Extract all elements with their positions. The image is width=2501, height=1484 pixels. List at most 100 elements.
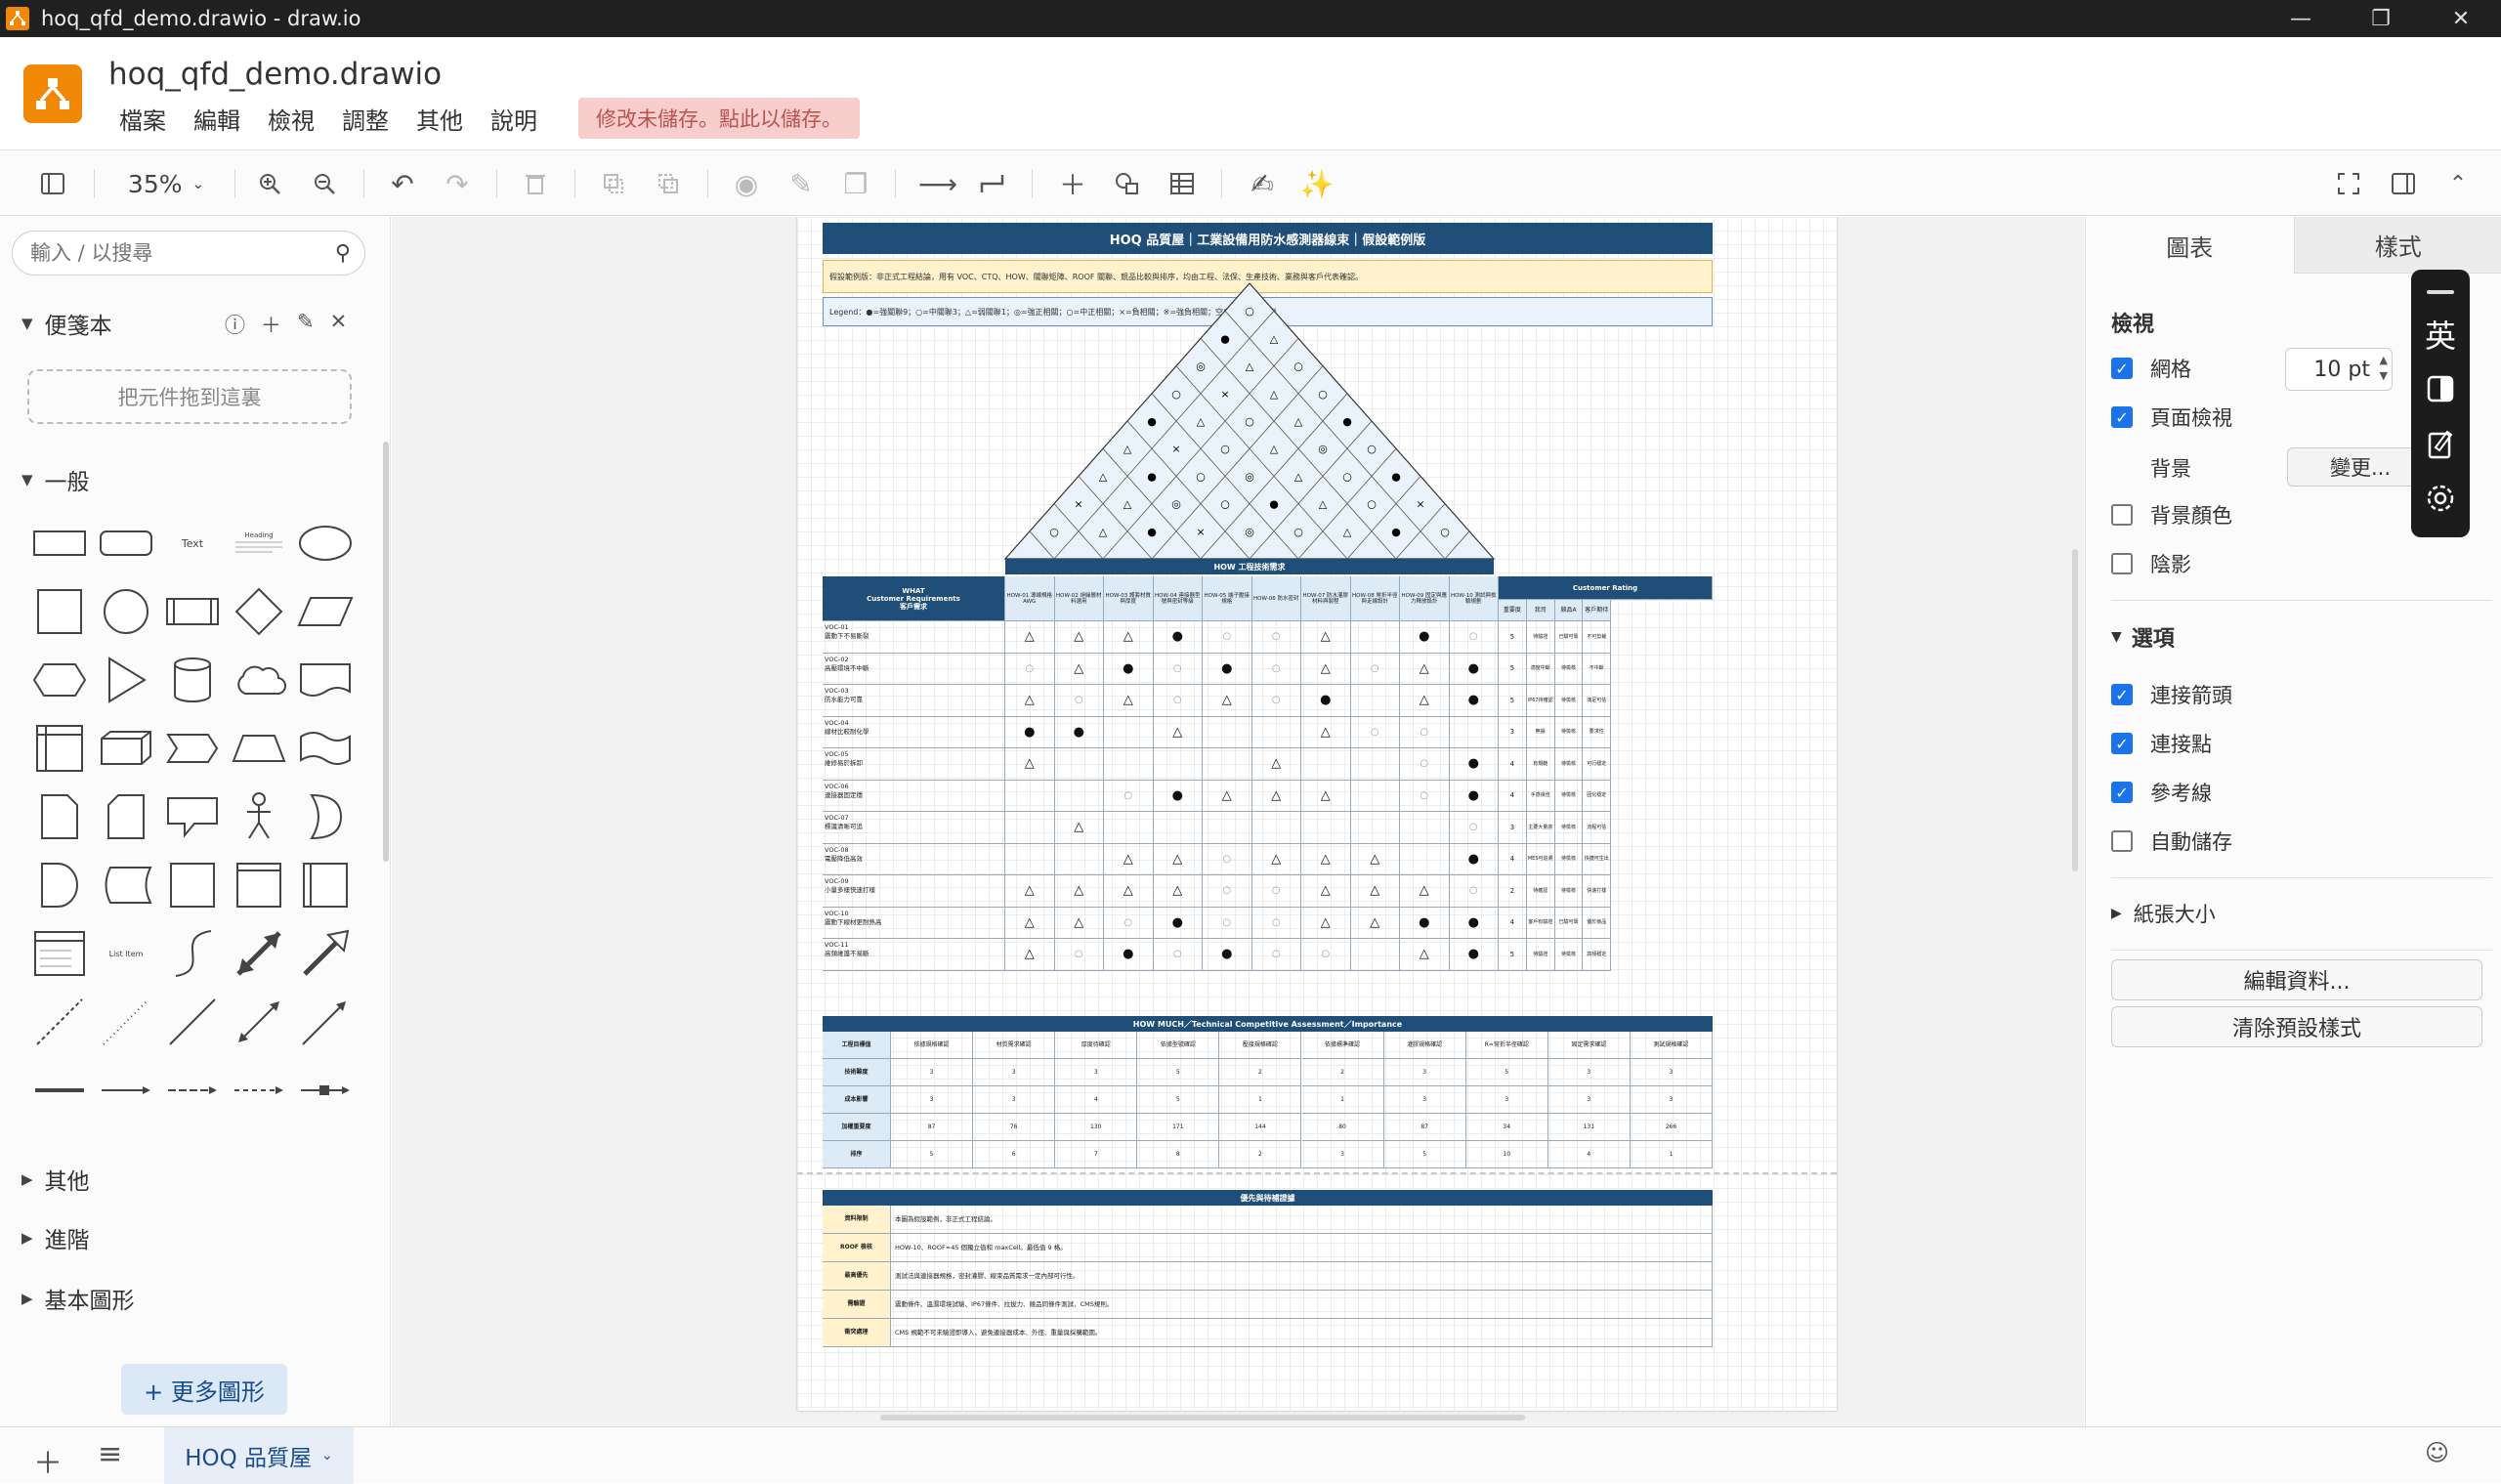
relationship-matrix[interactable]: WHATCustomer Requirements客戶需求HOW-01 導線規格… xyxy=(823,576,1713,1000)
rating-cell[interactable]: 適度中斷 xyxy=(1527,654,1555,686)
howmuch-cell[interactable]: 3 xyxy=(1055,1059,1137,1086)
relationship-cell[interactable]: ○ xyxy=(1351,717,1401,749)
howmuch-cell[interactable]: 材質需求確認 xyxy=(973,1032,1055,1059)
howmuch-cell[interactable]: 3 xyxy=(1466,1086,1548,1114)
internal-storage-shape[interactable] xyxy=(26,715,93,782)
relationship-cell[interactable]: △ xyxy=(1400,654,1450,686)
relationship-cell[interactable]: ○ xyxy=(1055,939,1105,971)
text-shape[interactable]: Text xyxy=(159,510,226,576)
diagram-canvas[interactable]: HOQ 品質屋｜工業設備用防水感測器線束｜假設範例版 假設範例版：非正式工程結論… xyxy=(392,217,2084,1426)
howmuch-cell[interactable]: 76 xyxy=(973,1114,1055,1141)
howmuch-cell[interactable]: 壓接規格確認 xyxy=(1219,1032,1301,1059)
voc-row-label[interactable]: VOC-02高壓環境不中斷 xyxy=(823,654,1005,686)
guides-checkbox[interactable]: ✓參考線 xyxy=(2111,778,2212,807)
triangle-shape[interactable] xyxy=(93,647,159,713)
relationship-cell[interactable]: ○ xyxy=(1450,621,1500,654)
relationship-cell[interactable]: △ xyxy=(1252,781,1302,813)
voc-row-label[interactable]: VOC-01震動下不易斷裂 xyxy=(823,621,1005,654)
add-icon[interactable]: ＋ xyxy=(261,310,281,339)
importance-cell[interactable]: 2 xyxy=(1499,875,1527,908)
voc-row-label[interactable]: VOC-05維修易於拆卸 xyxy=(823,748,1005,781)
paper-size-section-header[interactable]: ▶紙張大小 xyxy=(2111,899,2216,928)
finding-text[interactable]: CMS 規範不可未驗證即導入，避免連接器成本、外徑、重量與採購範圍。 xyxy=(891,1319,1713,1347)
format-panel-toggle-icon[interactable] xyxy=(33,163,72,204)
relationship-cell[interactable] xyxy=(1400,844,1450,876)
relationship-cell[interactable] xyxy=(1203,717,1252,749)
howmuch-cell[interactable]: 10 xyxy=(1466,1141,1548,1168)
note-shape[interactable] xyxy=(26,784,93,850)
ime-language-toggle[interactable]: 英 xyxy=(2411,307,2470,361)
importance-cell[interactable]: 4 xyxy=(1499,781,1527,813)
relationship-cell[interactable]: △ xyxy=(1351,875,1401,908)
rating-column-header[interactable]: 我司 xyxy=(1527,600,1555,621)
howmuch-cell[interactable]: 3 xyxy=(973,1059,1055,1086)
zoom-in-icon[interactable] xyxy=(250,163,289,204)
rating-column-header[interactable]: 客戶期待 xyxy=(1583,600,1611,621)
relationship-cell[interactable]: △ xyxy=(1005,748,1055,781)
connector-dashed-shape[interactable] xyxy=(226,1057,292,1124)
relationship-cell[interactable]: △ xyxy=(1252,844,1302,876)
relationship-cell[interactable] xyxy=(1351,812,1401,844)
hoq-roof[interactable]: ○△●×◎○△●○×△◎○●△○×△●○◎△○●△×○△◎○●△○△●○×△○◎… xyxy=(797,217,1837,569)
connection-arrow-icon[interactable]: ⟶ xyxy=(918,163,957,204)
rating-cell[interactable]: 待確認 xyxy=(1527,875,1555,908)
canvas-vertical-scrollbar[interactable] xyxy=(2072,549,2078,871)
minimize-button[interactable]: — xyxy=(2261,0,2341,37)
add-page-icon[interactable]: ＋ xyxy=(33,1439,63,1482)
curve-shape[interactable] xyxy=(159,920,226,987)
rating-cell[interactable]: 要求性 xyxy=(1583,717,1611,749)
how-column-header[interactable]: HOW-02 絕緣層材料選用 xyxy=(1055,576,1105,621)
connector-arrow-shape[interactable] xyxy=(93,1057,159,1124)
howmuch-cell[interactable]: 5 xyxy=(891,1141,973,1168)
relationship-cell[interactable]: ○ xyxy=(1203,908,1252,940)
general-section-header[interactable]: ▼一般 xyxy=(21,463,90,496)
finding-label[interactable]: 衝突處理 xyxy=(823,1319,891,1347)
rating-cell[interactable]: 待檢核 xyxy=(1555,685,1584,717)
relationship-cell[interactable]: ● xyxy=(1154,621,1204,654)
relationship-cell[interactable]: ● xyxy=(1450,781,1500,813)
finding-label[interactable]: ROOF 檢核 xyxy=(823,1234,891,1262)
frame-shape[interactable] xyxy=(226,852,292,918)
relationship-cell[interactable] xyxy=(1252,812,1302,844)
how-column-header[interactable]: HOW-06 防水密封 xyxy=(1252,576,1302,621)
more-shapes-button[interactable]: + 更多圖形 xyxy=(121,1364,287,1415)
relationship-cell[interactable]: ○ xyxy=(1055,685,1105,717)
ai-sparkle-icon[interactable]: ✨ xyxy=(1297,163,1336,204)
tab-style[interactable]: 樣式 xyxy=(2294,217,2501,274)
voc-row-label[interactable]: VOC-03防水能力可靠 xyxy=(823,685,1005,717)
edit-pencil-icon[interactable]: ✎ xyxy=(297,310,315,339)
importance-cell[interactable]: 5 xyxy=(1499,654,1527,686)
stepper-arrows-icon[interactable]: ▲▼ xyxy=(2380,353,2388,384)
rating-cell[interactable]: 快速打樣 xyxy=(1583,875,1611,908)
relationship-cell[interactable]: ● xyxy=(1154,781,1204,813)
rating-cell[interactable]: 已驗可靠 xyxy=(1555,908,1584,940)
square-shape[interactable] xyxy=(26,578,93,645)
howmuch-row-label[interactable]: 成本影響 xyxy=(823,1086,891,1114)
findings-header[interactable]: 優先與待補證據 xyxy=(823,1190,1713,1206)
menu-edit[interactable]: 編輯 xyxy=(180,98,254,140)
relationship-cell[interactable] xyxy=(1104,717,1154,749)
section-basic[interactable]: ▶基本圖形 xyxy=(21,1282,135,1315)
trapezoid-shape[interactable] xyxy=(226,715,292,782)
voc-row-label[interactable]: VOC-11高頻維護不易斷 xyxy=(823,939,1005,971)
relationship-cell[interactable]: ● xyxy=(1203,939,1252,971)
howmuch-cell[interactable]: 灌膠規格確認 xyxy=(1384,1032,1466,1059)
collapse-toolbar-icon[interactable]: ⌃ xyxy=(2438,163,2478,204)
scratchpad-header[interactable]: ▼便箋本 xyxy=(21,307,112,340)
relationship-cell[interactable]: △ xyxy=(1301,654,1351,686)
rating-column-header[interactable]: 重要度 xyxy=(1499,600,1527,621)
relationship-cell[interactable]: ● xyxy=(1005,717,1055,749)
drag-handle-icon[interactable] xyxy=(2411,277,2470,307)
relationship-cell[interactable] xyxy=(1104,748,1154,781)
relationship-cell[interactable]: △ xyxy=(1301,908,1351,940)
delete-icon[interactable] xyxy=(516,163,555,204)
relationship-cell[interactable]: △ xyxy=(1104,875,1154,908)
relationship-cell[interactable]: △ xyxy=(1400,685,1450,717)
relationship-cell[interactable]: ● xyxy=(1104,939,1154,971)
feedback-icon[interactable]: ☺ xyxy=(2425,1439,2449,1466)
relationship-cell[interactable]: ○ xyxy=(1154,939,1204,971)
howmuch-cell[interactable]: 8 xyxy=(1137,1141,1219,1168)
voc-row-label[interactable]: VOC-04線材比較耐化學 xyxy=(823,717,1005,749)
howmuch-cell[interactable]: 2 xyxy=(1219,1059,1301,1086)
rating-cell[interactable]: 快捷可生出 xyxy=(1583,844,1611,876)
